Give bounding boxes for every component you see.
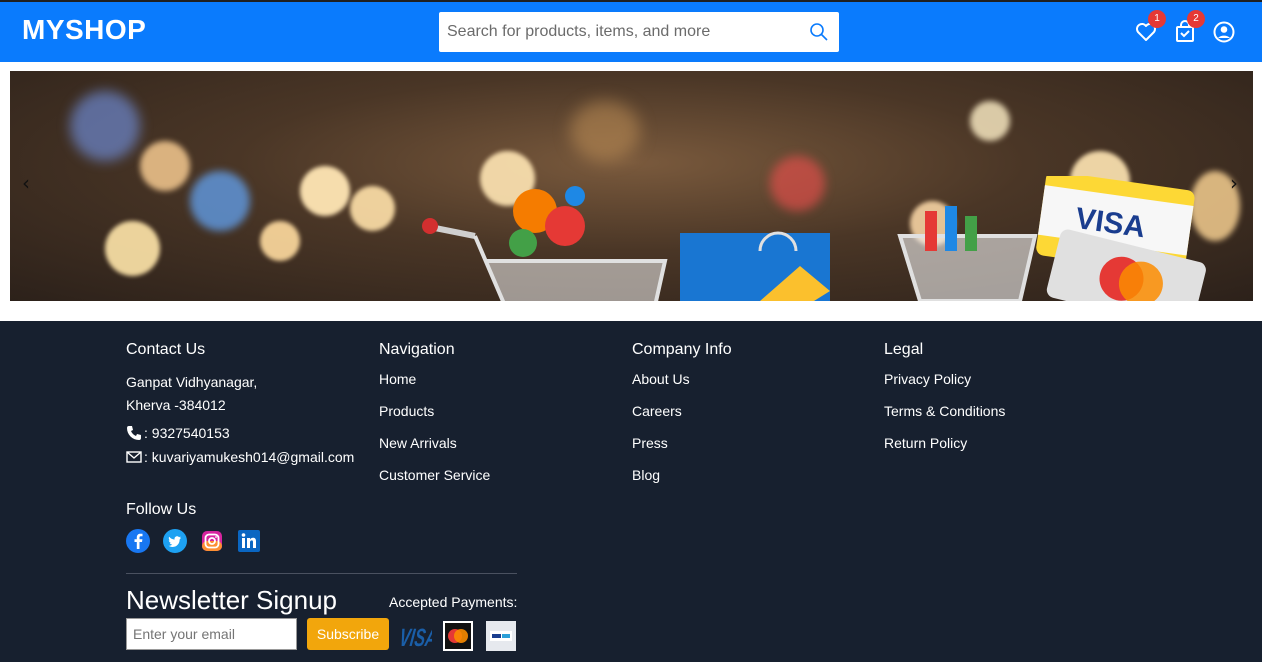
cart-count-badge: 2 (1187, 10, 1205, 28)
basket-cards-graphic: VISA (897, 176, 1206, 301)
carousel-next-button[interactable]: › (1230, 171, 1238, 195)
shopping-bag-graphic (680, 231, 830, 301)
visa-icon: VISA (398, 625, 432, 651)
twitter-icon[interactable] (163, 529, 187, 553)
footer-divider (126, 573, 517, 574)
legal-title: Legal (884, 341, 924, 358)
address-line-1: Ganpat Vidhyanagar, (126, 374, 258, 390)
search-bar (439, 12, 839, 52)
facebook-icon[interactable] (126, 529, 150, 553)
account-button[interactable] (1212, 20, 1236, 44)
follow-us-section: Follow Us (126, 501, 261, 553)
nav-link-new-arrivals[interactable]: New Arrivals (379, 435, 490, 451)
email-address[interactable]: : kuvariyamukesh014@gmail.com (144, 449, 354, 465)
carousel-prev-button[interactable]: ‹ (22, 171, 30, 195)
nav-link-home[interactable]: Home (379, 371, 490, 387)
company-link-blog[interactable]: Blog (632, 467, 732, 483)
paypal-icon (486, 621, 516, 651)
nav-link-customer-service[interactable]: Customer Service (379, 467, 490, 483)
search-icon[interactable] (809, 22, 829, 42)
company-link-careers[interactable]: Careers (632, 403, 732, 419)
linkedin-icon[interactable] (237, 529, 261, 553)
contact-title: Contact Us (126, 341, 206, 358)
footer: Contact Us Ganpat Vidhyanagar, Kherva -3… (0, 321, 1262, 662)
address: Ganpat Vidhyanagar, Kherva -384012 (126, 371, 354, 417)
brand-logo[interactable]: MYSHOP (22, 14, 146, 46)
address-line-2: Kherva -384012 (126, 397, 226, 413)
legal-link-return-policy[interactable]: Return Policy (884, 435, 1005, 451)
nav-link-products[interactable]: Products (379, 403, 490, 419)
cart-button[interactable]: 2 (1173, 10, 1205, 44)
mail-icon (126, 451, 142, 463)
header: MYSHOP 1 2 (0, 0, 1262, 62)
hero-banner-carousel: VISA ‹ › (10, 71, 1253, 301)
legal-link-terms-conditions[interactable]: Terms & Conditions (884, 403, 1005, 419)
phone-row: : 9327540153 (126, 425, 354, 441)
legal-link-privacy-policy[interactable]: Privacy Policy (884, 371, 1005, 387)
mastercard-icon (443, 621, 473, 651)
wishlist-count-badge: 1 (1148, 10, 1166, 28)
svg-text:VISA: VISA (398, 625, 432, 651)
contact-section: Contact Us Ganpat Vidhyanagar, Kherva -3… (126, 341, 354, 465)
company-link-press[interactable]: Press (632, 435, 732, 451)
navigation-section: Navigation Home Products New Arrivals Cu… (379, 341, 490, 499)
email-row: : kuvariyamukesh014@gmail.com (126, 449, 354, 465)
subscribe-button[interactable]: Subscribe (307, 618, 389, 650)
phone-icon (127, 426, 141, 440)
company-link-about-us[interactable]: About Us (632, 371, 732, 387)
newsletter-email-input[interactable] (126, 618, 297, 650)
newsletter-title: Newsletter Signup (126, 585, 337, 615)
navigation-title: Navigation (379, 341, 455, 358)
follow-us-title: Follow Us (126, 501, 197, 518)
instagram-icon[interactable] (200, 529, 224, 553)
company-info-title: Company Info (632, 341, 732, 358)
payments-label: Accepted Payments: (389, 594, 518, 610)
search-input[interactable] (439, 12, 799, 52)
wishlist-button[interactable]: 1 (1134, 10, 1166, 44)
user-circle-icon (1213, 21, 1235, 43)
shopping-cart-graphic (422, 186, 668, 301)
phone-number[interactable]: : 9327540153 (144, 425, 230, 441)
legal-section: Legal Privacy Policy Terms & Conditions … (884, 341, 1005, 467)
social-icons (126, 529, 261, 553)
company-info-section: Company Info About Us Careers Press Blog (632, 341, 732, 499)
